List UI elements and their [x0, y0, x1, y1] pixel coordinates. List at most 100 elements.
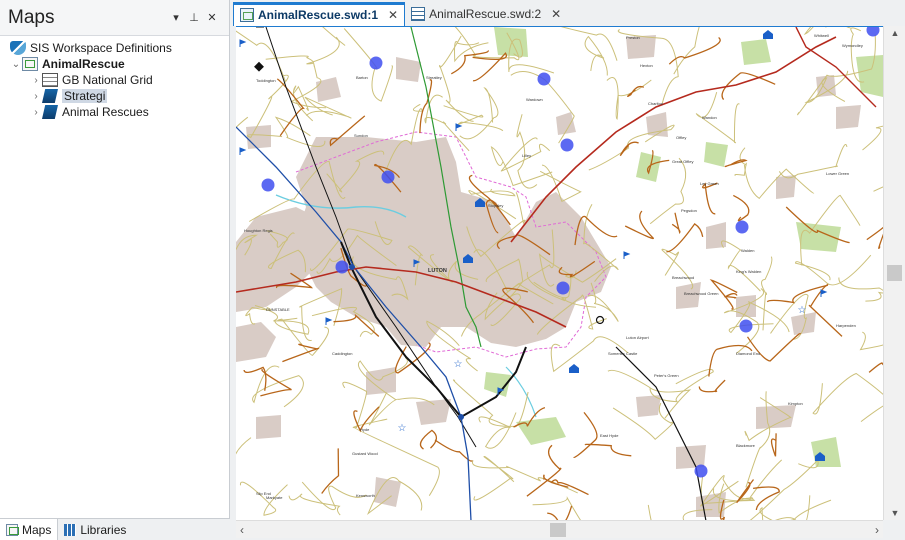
- scroll-right-icon[interactable]: ›: [875, 523, 879, 537]
- tree-item-label: Animal Rescues: [62, 105, 149, 119]
- map-document-icon: [240, 7, 254, 22]
- tree-item-label: GB National Grid: [62, 73, 153, 87]
- place-label: Toddington: [256, 78, 276, 83]
- place-label: Markyate: [266, 495, 283, 500]
- grid-icon: [42, 73, 58, 87]
- tree-item-gb-national-grid[interactable]: › GB National Grid: [0, 72, 229, 88]
- scroll-down-icon[interactable]: ▼: [884, 508, 905, 518]
- place-label: Wandon: [702, 115, 717, 120]
- place-label: Kimpton: [788, 401, 803, 406]
- animal-rescue-marker[interactable]: [537, 72, 551, 86]
- place-label: Harpenden: [836, 323, 856, 328]
- horizontal-scrollbar[interactable]: ‹ ›: [236, 520, 883, 538]
- place-label: Offley: [676, 135, 686, 140]
- map-canvas[interactable]: .urban{fill:#d9ccc6;stroke:none}.wood{fi…: [236, 27, 883, 520]
- chevron-right-icon[interactable]: ›: [30, 107, 42, 118]
- place-label: Luton Airport: [626, 335, 650, 340]
- place-label: Great Offley: [672, 159, 694, 164]
- motorway-junction-icon: [349, 264, 355, 270]
- place-label: Lower Green: [826, 171, 849, 176]
- layer-icon: [42, 89, 58, 103]
- workspace-icon: [10, 41, 26, 55]
- animal-rescue-marker[interactable]: [735, 220, 749, 234]
- place-label: Houghton Regis: [244, 228, 273, 233]
- chevron-down-icon[interactable]: ⌄: [10, 59, 22, 70]
- tree-item-strategi[interactable]: › Strategi: [0, 88, 229, 104]
- place-label: LUTON: [428, 268, 447, 274]
- tab-libraries[interactable]: Libraries: [58, 519, 132, 540]
- tree-item-label: Strategi: [62, 89, 108, 103]
- star-icon: ☆: [454, 359, 463, 370]
- animal-rescue-marker[interactable]: [381, 170, 395, 184]
- place-label: Breachwood Green: [684, 291, 718, 296]
- place-label: Lilley: [522, 153, 531, 158]
- map-view[interactable]: .urban{fill:#d9ccc6;stroke:none}.wood{fi…: [236, 26, 883, 520]
- animal-rescue-marker[interactable]: [739, 319, 753, 333]
- place-label: Whitwell: [814, 33, 829, 38]
- star-icon: ☆: [398, 423, 407, 434]
- place-label: Wardown: [526, 97, 543, 102]
- place-label: Streatley: [426, 75, 442, 80]
- place-label: Barton: [356, 75, 368, 80]
- animal-rescue-marker[interactable]: [335, 260, 349, 274]
- document-tabs: AnimalRescue.swd:1 ✕ AnimalRescue.swd:2 …: [233, 0, 905, 26]
- place-label: Kensworth: [356, 493, 375, 498]
- libraries-icon: [64, 524, 77, 536]
- pane-dropdown-icon[interactable]: ▾: [167, 11, 185, 24]
- scroll-left-icon[interactable]: ‹: [240, 523, 244, 537]
- horizontal-scroll-thumb[interactable]: [550, 523, 566, 537]
- place-label: Peter's Green: [654, 373, 679, 378]
- tree-workspace-label: AnimalRescue: [42, 57, 125, 71]
- maps-tab-icon: [6, 524, 19, 536]
- animal-rescue-marker[interactable]: [694, 464, 708, 478]
- place-label: East Hyde: [600, 433, 619, 438]
- maps-pane-header: Maps ▾ ⊥ ✕: [0, 0, 229, 36]
- place-label: Pegsdon: [681, 208, 697, 213]
- doc-tab-label: AnimalRescue.swd:1: [258, 7, 379, 22]
- place-label: Hyde: [360, 427, 370, 432]
- tab-maps[interactable]: Maps: [0, 519, 59, 540]
- scroll-up-icon[interactable]: ▲: [884, 28, 905, 38]
- doc-tab-table[interactable]: AnimalRescue.swd:2 ✕: [405, 2, 567, 26]
- tree-root[interactable]: SIS Workspace Definitions: [0, 40, 229, 56]
- place-label: Ley Green: [700, 181, 719, 186]
- chevron-right-icon[interactable]: ›: [30, 91, 42, 102]
- tab-libraries-label: Libraries: [80, 523, 127, 537]
- pane-close-icon[interactable]: ✕: [203, 11, 221, 24]
- place-label: Caddington: [332, 351, 352, 356]
- pane-pin-icon[interactable]: ⊥: [185, 11, 203, 24]
- place-label: King's Walden: [736, 269, 761, 274]
- close-icon[interactable]: ✕: [388, 8, 398, 22]
- place-label: Preston: [626, 35, 640, 40]
- place-label: DUNSTABLE: [266, 307, 290, 312]
- doc-tab-map[interactable]: AnimalRescue.swd:1 ✕: [233, 2, 406, 26]
- place-label: Diamond End: [736, 351, 760, 356]
- pane-footer-tabs: Maps Libraries: [0, 518, 230, 540]
- maps-pane: Maps ▾ ⊥ ✕ SIS Workspace Definitions ⌄ A…: [0, 0, 230, 540]
- workspace-tree: SIS Workspace Definitions ⌄ AnimalRescue…: [0, 36, 229, 124]
- vertical-scrollbar[interactable]: ▲ ▼: [883, 26, 905, 520]
- place-label: Gustard Wood: [352, 451, 378, 456]
- place-label: Stopsley: [488, 203, 503, 208]
- motorway-junction-icon: [458, 414, 464, 420]
- star-icon: ☆: [798, 305, 807, 316]
- tree-workspace[interactable]: ⌄ AnimalRescue: [0, 56, 229, 72]
- place-label: Blackmore: [736, 443, 756, 448]
- place-label: Breachwood: [672, 275, 694, 280]
- tree-item-animal-rescues[interactable]: › Animal Rescues: [0, 104, 229, 120]
- scrollbar-corner: [883, 520, 905, 540]
- tab-maps-label: Maps: [22, 523, 52, 537]
- place-label: Charlton: [648, 101, 663, 106]
- animal-rescue-marker[interactable]: [261, 178, 275, 192]
- close-icon[interactable]: ✕: [551, 7, 561, 21]
- table-document-icon: [411, 7, 426, 21]
- animal-rescue-marker[interactable]: [556, 281, 570, 295]
- animal-rescue-marker[interactable]: [560, 138, 574, 152]
- vertical-scroll-thumb[interactable]: [887, 265, 902, 281]
- map-workspace-icon: [22, 57, 38, 71]
- animal-rescue-marker[interactable]: [369, 56, 383, 70]
- tree-root-label: SIS Workspace Definitions: [30, 41, 172, 55]
- chevron-right-icon[interactable]: ›: [30, 75, 42, 86]
- place-label: Sundon: [354, 133, 368, 138]
- place-label: Someries Castle: [608, 351, 638, 356]
